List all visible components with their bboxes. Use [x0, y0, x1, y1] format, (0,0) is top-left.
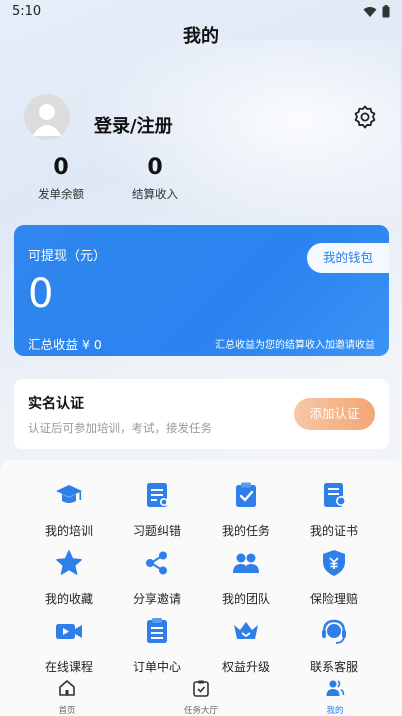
menu-item-online-courses[interactable]: 在线课程 [19, 616, 119, 675]
menu-item-exercise-correction[interactable]: 习题纠错 [107, 480, 207, 539]
status-bar: 5:10 [0, 0, 402, 24]
tab-mine[interactable]: 我的 [295, 678, 375, 716]
total-earnings: 汇总收益 ¥ 0 [28, 337, 102, 352]
menu-item-upgrade[interactable]: 权益升级 [196, 616, 296, 675]
menu-item-share-invite[interactable]: 分享邀请 [107, 548, 207, 607]
bottom-tab-bar: 首页 任务大厅 我的 [0, 674, 402, 716]
headset-icon [322, 619, 346, 644]
share-icon [146, 551, 167, 575]
exercise-edit-icon [147, 483, 168, 507]
gear-icon[interactable] [352, 104, 378, 130]
wifi-icon [363, 6, 377, 17]
menu-item-customer-service[interactable]: 联系客服 [284, 616, 384, 675]
menu-item-my-tasks[interactable]: 我的任务 [196, 480, 296, 539]
page-title: 我的 [183, 26, 219, 47]
order-list-icon [147, 618, 167, 643]
settlement-stat[interactable]: 0 结算收入 [110, 155, 200, 202]
status-time: 5:10 [12, 4, 42, 19]
wallet-card: 可提现（元） 0 我的钱包 汇总收益 ¥ 0 汇总收益为您的结算收入加邀请收益 [14, 225, 389, 356]
star-icon [56, 550, 82, 575]
settlement-value: 0 [147, 155, 163, 180]
task-check-icon [236, 482, 256, 507]
withdrawable-amount: 0 [28, 271, 54, 317]
add-verification-button[interactable]: 添加认证 [294, 398, 375, 430]
verification-card: 实名认证 认证后可参加培训，考试，接发任务 添加认证 [14, 379, 389, 449]
menu-item-training[interactable]: 我的培训 [19, 480, 119, 539]
task-hall-icon [193, 680, 209, 697]
default-avatar-icon [24, 94, 70, 140]
menu-item-favorites[interactable]: 我的收藏 [19, 548, 119, 607]
balance-stat[interactable]: 0 发单余额 [16, 155, 106, 202]
certificate-icon [324, 483, 346, 507]
settlement-label: 结算收入 [132, 187, 178, 201]
login-register-link[interactable]: 登录/注册 [94, 112, 173, 138]
user-icon [326, 680, 345, 696]
tab-task-hall[interactable]: 任务大厅 [161, 678, 241, 716]
earnings-note: 汇总收益为您的结算收入加邀请收益 [215, 340, 375, 351]
video-camera-icon [56, 624, 82, 639]
balance-label: 发单余额 [38, 187, 84, 201]
tab-home[interactable]: 首页 [27, 678, 107, 716]
crown-icon [234, 622, 258, 639]
avatar[interactable] [24, 94, 70, 140]
menu-item-certificates[interactable]: 我的证书 [284, 480, 384, 539]
verification-desc: 认证后可参加培训，考试，接发任务 [28, 421, 212, 435]
graduation-cap-icon [56, 485, 82, 503]
home-icon [59, 680, 75, 696]
menu-item-order-center[interactable]: 订单中心 [107, 616, 207, 675]
menu-item-my-team[interactable]: 我的团队 [196, 548, 296, 607]
withdrawable-label: 可提现（元） [28, 249, 107, 264]
my-wallet-button[interactable]: 我的钱包 [307, 243, 389, 273]
verification-title: 实名认证 [28, 396, 84, 412]
status-icons [363, 5, 390, 18]
team-icon [233, 553, 259, 573]
balance-value: 0 [53, 155, 69, 180]
menu-item-insurance[interactable]: 保险理赔 [284, 548, 384, 607]
insurance-shield-icon [323, 550, 345, 576]
battery-icon [382, 5, 390, 18]
